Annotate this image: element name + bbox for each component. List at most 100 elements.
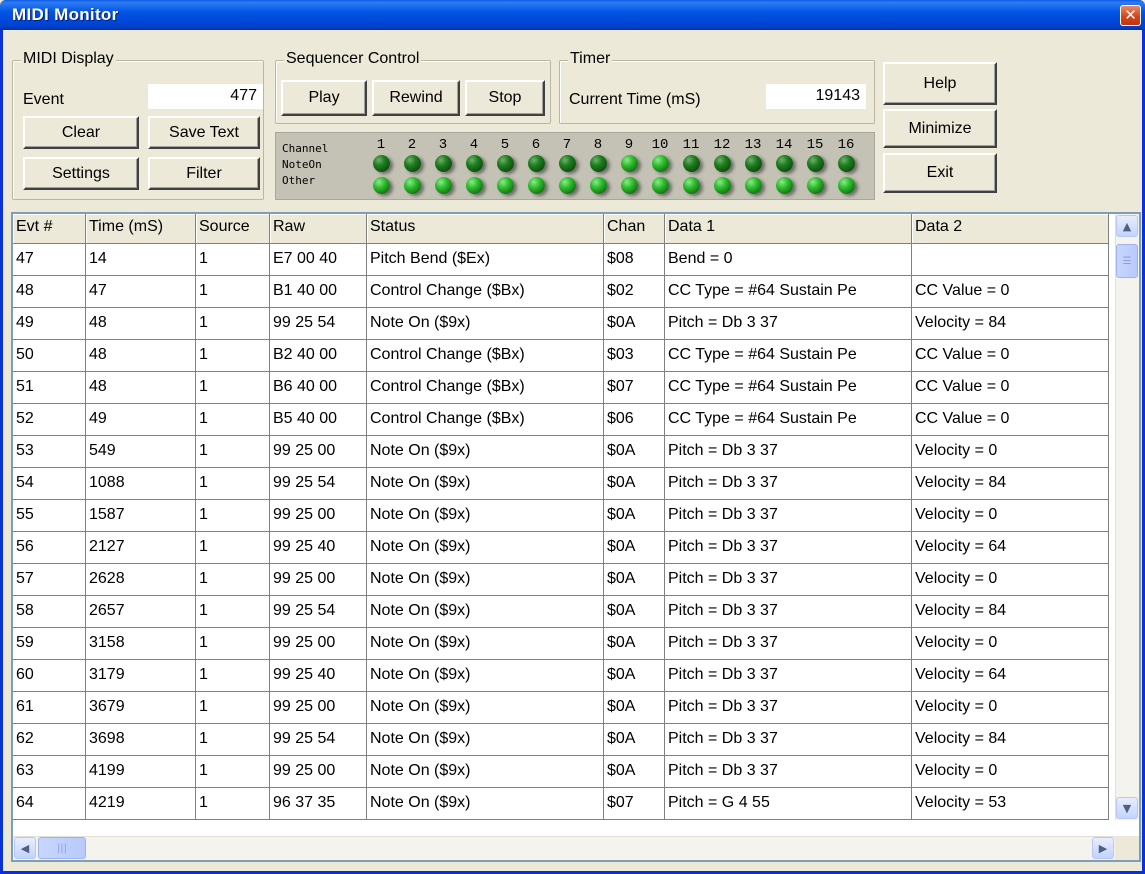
table-cell: 64	[13, 788, 86, 820]
table-cell: 63	[13, 756, 86, 788]
scroll-left-icon[interactable]: ◀	[14, 837, 36, 859]
other-led-icon	[714, 177, 731, 194]
table-cell: $02	[604, 276, 665, 308]
table-row[interactable]: 63 4199 1 99 25 00 Note On ($9x) $0A Pitch = D…	[13, 756, 1113, 788]
noteon-led-icon	[652, 155, 669, 172]
table-cell: 1	[196, 532, 270, 564]
column-header[interactable]: Data 2	[912, 214, 1109, 244]
horizontal-scrollbar[interactable]: ◀ ||| ▶	[13, 836, 1115, 860]
table-row[interactable]: 57 2628 1 99 25 00 Note On ($9x) $0A Pitch = D…	[13, 564, 1113, 596]
table-cell: CC Value = 0	[912, 276, 1109, 308]
table-cell: Velocity = 0	[912, 500, 1109, 532]
scroll-right-icon[interactable]: ▶	[1092, 837, 1114, 859]
clear-button[interactable]: Clear	[23, 116, 139, 149]
table-cell: Velocity = 53	[912, 788, 1109, 820]
table-cell: 56	[13, 532, 86, 564]
column-header[interactable]: Source	[196, 214, 270, 244]
channel-number: 7	[562, 137, 572, 153]
table-cell: Pitch = Db 3 37	[665, 596, 912, 628]
minimize-button[interactable]: Minimize	[883, 109, 997, 148]
table-cell: 1	[196, 692, 270, 724]
table-row[interactable]: 60 3179 1 99 25 40 Note On ($9x) $0A Pitch = D…	[13, 660, 1113, 692]
table-cell: Pitch = Db 3 37	[665, 724, 912, 756]
column-header[interactable]: Status	[367, 214, 604, 244]
title-bar[interactable]: MIDI Monitor ✕	[0, 0, 1145, 30]
table-cell: 53	[13, 436, 86, 468]
noteon-led-icon	[621, 155, 638, 172]
table-cell: 549	[86, 436, 196, 468]
table-row[interactable]: 54 1088 1 99 25 54 Note On ($9x) $0A Pitch = D…	[13, 468, 1113, 500]
noteon-led-icon	[435, 155, 452, 172]
table-row[interactable]: 61 3679 1 99 25 00 Note On ($9x) $0A Pitch = D…	[13, 692, 1113, 724]
table-cell: Note On ($9x)	[367, 756, 604, 788]
event-table[interactable]: Evt # Time (mS) Source Raw Status Chan Data 1D…	[11, 212, 1141, 862]
table-row[interactable]: 62 3698 1 99 25 54 Note On ($9x) $0A Pitch = D…	[13, 724, 1113, 756]
exit-button[interactable]: Exit	[883, 153, 997, 193]
table-row[interactable]: 53 549 1 99 25 00 Note On ($9x) $0A Pitch = Db…	[13, 436, 1113, 468]
scroll-down-icon[interactable]: ▼	[1116, 797, 1138, 819]
column-header[interactable]: Evt #	[13, 214, 86, 244]
table-cell: 1	[196, 436, 270, 468]
other-led-icon	[745, 177, 762, 194]
channel-number: 11	[682, 137, 700, 153]
scroll-corner	[1115, 836, 1139, 860]
table-cell: Control Change ($Bx)	[367, 276, 604, 308]
current-time-label: Current Time (mS)	[569, 91, 701, 108]
column-header[interactable]: Chan	[604, 214, 665, 244]
table-row[interactable]: 58 2657 1 99 25 54 Note On ($9x) $0A Pitch = D…	[13, 596, 1113, 628]
settings-button[interactable]: Settings	[23, 157, 139, 190]
table-row[interactable]: 52 49 1 B5 40 00 Control Change ($Bx) $06 CC T…	[13, 404, 1113, 436]
table-cell: 58	[13, 596, 86, 628]
table-row[interactable]: 50 48 1 B2 40 00 Control Change ($Bx) $03 CC T…	[13, 340, 1113, 372]
table-row[interactable]: 47 14 1 E7 00 40 Pitch Bend ($Ex) $08 Bend = 0	[13, 244, 1113, 276]
table-cell: 3179	[86, 660, 196, 692]
vertical-scrollbar[interactable]: ▲ ☰ ▼	[1115, 214, 1139, 820]
table-row[interactable]: 64 4219 1 96 37 35 Note On ($9x) $07 Pitch = G…	[13, 788, 1113, 820]
table-cell: Note On ($9x)	[367, 628, 604, 660]
channel-label: Channel	[282, 142, 329, 155]
help-button[interactable]: Help	[883, 62, 997, 105]
noteon-led-icon	[714, 155, 731, 172]
noteon-led-icon	[559, 155, 576, 172]
table-cell: $0A	[604, 756, 665, 788]
table-cell: B6 40 00	[270, 372, 367, 404]
close-icon[interactable]: ✕	[1120, 5, 1141, 26]
table-row[interactable]: 55 1587 1 99 25 00 Note On ($9x) $0A Pitch = D…	[13, 500, 1113, 532]
event-count-field: 477	[148, 84, 263, 109]
channel-number: 14	[775, 137, 793, 153]
table-cell: $03	[604, 340, 665, 372]
column-header[interactable]: Data 1	[665, 214, 912, 244]
table-cell: 1	[196, 724, 270, 756]
table-row[interactable]: 56 2127 1 99 25 40 Note On ($9x) $0A Pitch = D…	[13, 532, 1113, 564]
table-row[interactable]: 49 48 1 99 25 54 Note On ($9x) $0A Pitch = Db …	[13, 308, 1113, 340]
scroll-up-icon[interactable]: ▲	[1116, 215, 1138, 237]
table-cell: 1	[196, 244, 270, 276]
noteon-led-icon	[404, 155, 421, 172]
table-cell: 48	[86, 308, 196, 340]
table-row[interactable]: 59 3158 1 99 25 00 Note On ($9x) $0A Pitch = D…	[13, 628, 1113, 660]
table-cell: 54	[13, 468, 86, 500]
table-cell: Note On ($9x)	[367, 724, 604, 756]
save-text-button[interactable]: Save Text	[148, 116, 260, 149]
table-cell: $0A	[604, 500, 665, 532]
table-cell: CC Value = 0	[912, 372, 1109, 404]
table-cell: Pitch = Db 3 37	[665, 468, 912, 500]
table-cell: 3158	[86, 628, 196, 660]
vertical-scroll-thumb[interactable]: ☰	[1116, 244, 1138, 278]
column-header[interactable]: Time (mS)	[86, 214, 196, 244]
play-button[interactable]: Play	[281, 80, 367, 116]
table-cell: $0A	[604, 468, 665, 500]
channel-number: 13	[744, 137, 762, 153]
stop-button[interactable]: Stop	[465, 80, 545, 116]
table-cell: Note On ($9x)	[367, 596, 604, 628]
horizontal-scroll-thumb[interactable]: |||	[38, 837, 86, 859]
noteon-led-icon	[497, 155, 514, 172]
table-cell: 49	[86, 404, 196, 436]
table-cell: CC Type = #64 Sustain Pe	[665, 340, 912, 372]
table-row[interactable]: 48 47 1 B1 40 00 Control Change ($Bx) $02 CC T…	[13, 276, 1113, 308]
filter-button[interactable]: Filter	[148, 157, 260, 190]
table-cell: 99 25 00	[270, 436, 367, 468]
table-row[interactable]: 51 48 1 B6 40 00 Control Change ($Bx) $07 CC T…	[13, 372, 1113, 404]
column-header[interactable]: Raw	[270, 214, 367, 244]
rewind-button[interactable]: Rewind	[372, 80, 460, 116]
